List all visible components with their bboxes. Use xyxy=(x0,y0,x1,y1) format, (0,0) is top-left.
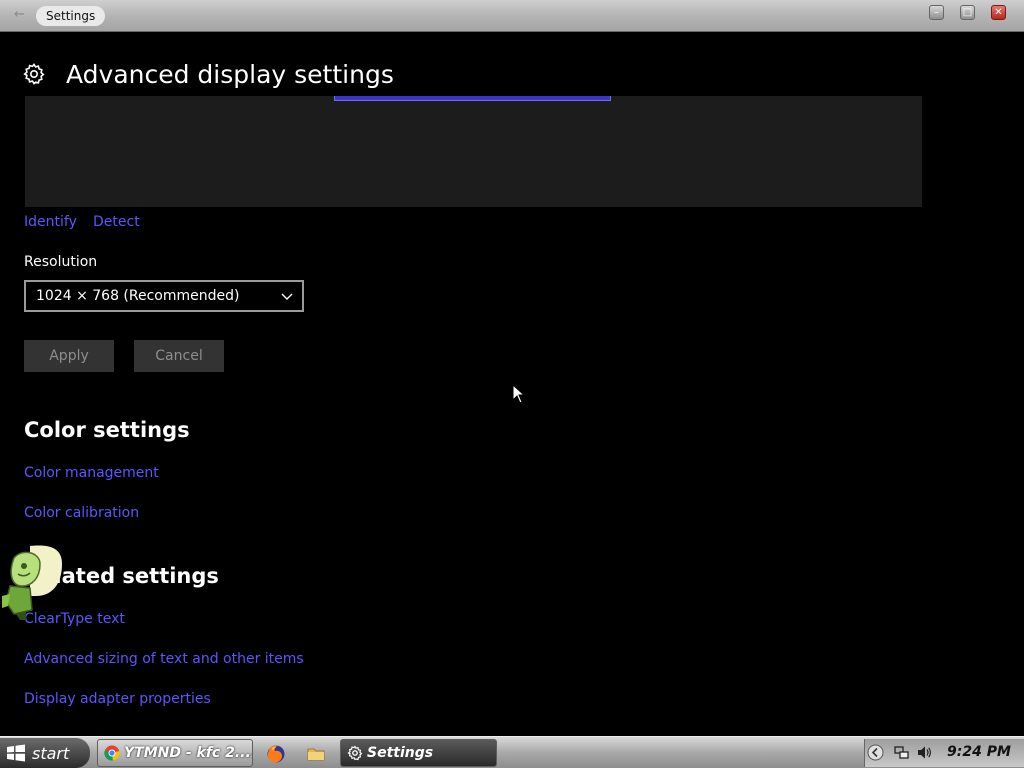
advanced-sizing-link[interactable]: Advanced sizing of text and other items xyxy=(24,651,304,667)
color-settings-title: Color settings xyxy=(24,418,190,442)
taskbar-clock[interactable]: 9:24 PM xyxy=(947,744,1011,760)
folder-icon[interactable] xyxy=(306,744,326,764)
taskbar-item-ytmnd[interactable]: YTMND - kfc 2.... xyxy=(97,739,253,767)
minimize-button[interactable]: – xyxy=(929,5,944,20)
mouse-cursor-icon xyxy=(512,384,526,404)
resolution-dropdown[interactable]: 1024 × 768 (Recommended) xyxy=(24,280,304,312)
maximize-button[interactable]: □ xyxy=(960,5,975,20)
color-calibration-link[interactable]: Color calibration xyxy=(24,505,139,521)
start-label: start xyxy=(32,743,70,763)
cancel-button[interactable]: Cancel xyxy=(134,340,224,372)
show-hidden-icons-icon[interactable] xyxy=(867,744,884,761)
back-arrow-icon[interactable]: ← xyxy=(14,7,25,22)
window-title: Settings xyxy=(36,6,106,26)
start-button[interactable]: start xyxy=(0,738,90,768)
volume-icon[interactable] xyxy=(916,744,933,761)
minimize-icon: – xyxy=(934,6,939,18)
cartoon-character-sticker xyxy=(2,545,62,620)
system-tray: 9:24 PM xyxy=(864,739,1024,767)
page-title: Advanced display settings xyxy=(66,59,394,89)
windows-logo-icon xyxy=(7,744,25,762)
maximize-icon: □ xyxy=(962,6,973,18)
taskbar-item-settings[interactable]: Settings xyxy=(340,739,497,767)
identify-link[interactable]: Identify xyxy=(24,214,77,230)
close-button[interactable]: ✕ xyxy=(991,5,1006,20)
display-preview[interactable] xyxy=(25,96,922,207)
firefox-icon[interactable] xyxy=(266,744,286,764)
display-adapter-properties-link[interactable]: Display adapter properties xyxy=(24,691,211,707)
monitor-1-tile[interactable] xyxy=(334,96,611,101)
chrome-icon xyxy=(104,745,120,761)
resolution-label: Resolution xyxy=(24,254,98,270)
taskbar-item-label: YTMND - kfc 2.... xyxy=(124,745,253,761)
color-management-link[interactable]: Color management xyxy=(24,465,159,481)
page-header: Advanced display settings xyxy=(22,56,394,92)
gear-icon xyxy=(23,63,45,85)
detect-link[interactable]: Detect xyxy=(93,214,140,230)
window-titlebar: ← Settings – □ ✕ xyxy=(0,0,1024,32)
chevron-down-icon xyxy=(281,293,293,300)
close-icon: ✕ xyxy=(994,6,1003,18)
network-icon[interactable] xyxy=(893,744,910,761)
gear-icon xyxy=(347,745,363,761)
taskbar-item-label: Settings xyxy=(367,745,434,761)
taskbar: start YTMND - kfc 2.... Settings 9:24 PM xyxy=(0,736,1024,768)
resolution-value: 1024 × 768 (Recommended) xyxy=(36,288,240,304)
apply-button[interactable]: Apply xyxy=(24,340,114,372)
